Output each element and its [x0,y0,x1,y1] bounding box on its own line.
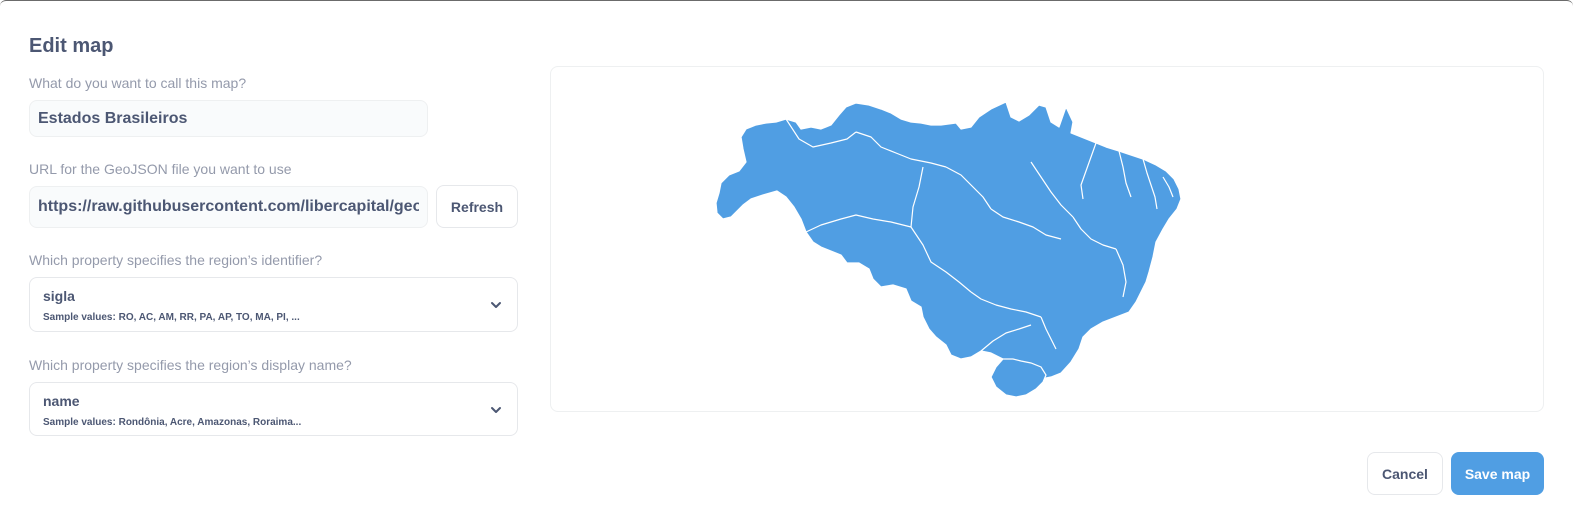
identifier-property-label: Which property specifies the region’s id… [29,252,323,268]
refresh-button[interactable]: Refresh [436,185,518,228]
save-map-button[interactable]: Save map [1451,452,1544,495]
identifier-sample-values: Sample values: RO, AC, AM, RR, PA, AP, T… [43,312,300,323]
geojson-url-label: URL for the GeoJSON file you want to use [29,161,292,177]
display-name-selected-value: name [43,393,80,409]
modal-title: Edit map [29,35,114,57]
map-region [715,101,1182,380]
identifier-property-select[interactable]: sigla Sample values: RO, AC, AM, RR, PA,… [29,277,518,332]
display-name-property-select[interactable]: name Sample values: Rondônia, Acre, Amaz… [29,382,518,436]
geojson-url-input[interactable] [29,186,428,228]
chevron-down-icon [491,302,501,308]
cancel-button[interactable]: Cancel [1367,452,1443,495]
brazil-map-preview [715,101,1182,398]
map-name-input[interactable] [29,100,428,137]
edit-map-modal: Edit map What do you want to call this m… [0,0,1573,526]
display-name-property-label: Which property specifies the region’s di… [29,357,352,373]
map-preview-panel [550,66,1544,412]
map-name-label: What do you want to call this map? [29,75,247,91]
chevron-down-icon [491,407,501,413]
display-name-sample-values: Sample values: Rondônia, Acre, Amazonas,… [43,417,302,428]
identifier-selected-value: sigla [43,288,75,304]
